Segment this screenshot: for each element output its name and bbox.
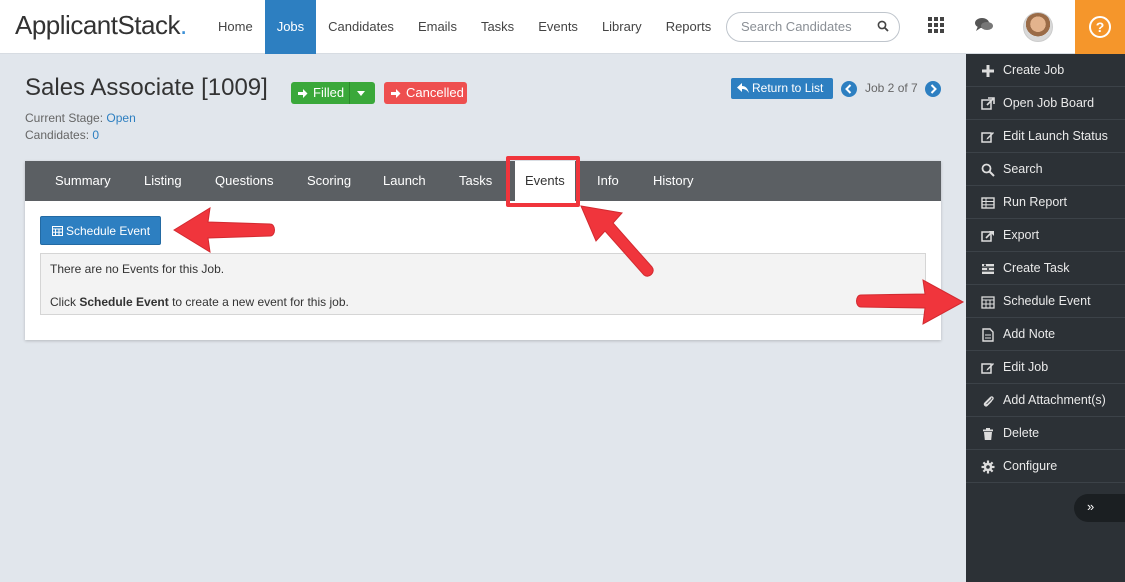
- main-nav: Home Jobs Candidates Emails Tasks Events…: [206, 0, 723, 54]
- nav-emails[interactable]: Emails: [406, 0, 469, 54]
- sidebar-item-schedule-event[interactable]: Schedule Event: [966, 285, 1125, 318]
- nav-tasks[interactable]: Tasks: [469, 0, 526, 54]
- table-icon: [981, 197, 995, 209]
- schedule-event-button[interactable]: Schedule Event: [40, 216, 161, 245]
- pager-position: Job 2 of 7: [865, 81, 918, 95]
- edit-icon: [981, 363, 994, 374]
- sidebar-item-create-task[interactable]: Create Task: [966, 252, 1125, 285]
- tab-events[interactable]: Events: [515, 161, 575, 201]
- candidates-link[interactable]: 0: [92, 128, 99, 142]
- chat-icon[interactable]: [975, 17, 993, 36]
- sidebar-item-export[interactable]: Export: [966, 219, 1125, 252]
- apps-grid-icon[interactable]: [928, 17, 944, 36]
- trash-icon: [983, 428, 993, 440]
- search-icon[interactable]: [877, 20, 889, 35]
- gear-icon: [981, 460, 995, 474]
- status-cancelled-label: Cancelled: [406, 85, 464, 100]
- sidebar-collapse-button[interactable]: »: [1074, 494, 1125, 522]
- job-tabs: Summary Listing Questions Scoring Launch…: [25, 161, 941, 201]
- tab-summary[interactable]: Summary: [55, 161, 111, 201]
- sidebar-item-edit-job[interactable]: Edit Job: [966, 351, 1125, 384]
- schedule-event-emphasis: Schedule Event: [79, 295, 169, 309]
- sidebar-item-open-job-board[interactable]: Open Job Board: [966, 87, 1125, 120]
- no-events-message: There are no Events for this Job. Click …: [40, 253, 926, 315]
- question-icon: ?: [1089, 16, 1111, 38]
- search-icon: [981, 163, 995, 177]
- tab-questions[interactable]: Questions: [215, 161, 274, 201]
- tab-info[interactable]: Info: [597, 161, 619, 201]
- nav-candidates[interactable]: Candidates: [316, 0, 406, 54]
- sidebar-item-delete[interactable]: Delete: [966, 417, 1125, 450]
- next-job-button[interactable]: [925, 81, 941, 97]
- tasks-icon: [982, 264, 994, 274]
- calendar-icon: [981, 296, 995, 309]
- tab-tasks[interactable]: Tasks: [459, 161, 492, 201]
- search-box: [726, 12, 900, 42]
- external-link-icon: [981, 97, 995, 110]
- nav-reports[interactable]: Reports: [654, 0, 724, 54]
- nav-events[interactable]: Events: [526, 0, 590, 54]
- page-title: Sales Associate [1009]: [25, 74, 268, 101]
- help-button[interactable]: ?: [1075, 0, 1125, 54]
- calendar-icon: [52, 226, 63, 236]
- paperclip-icon: [983, 396, 994, 407]
- sidebar-item-add-note[interactable]: Add Note: [966, 318, 1125, 351]
- stage-link[interactable]: Open: [106, 111, 135, 125]
- prev-job-button[interactable]: [841, 81, 857, 97]
- sidebar-item-create-job[interactable]: Create Job: [966, 54, 1125, 87]
- sidebar-item-run-report[interactable]: Run Report: [966, 186, 1125, 219]
- app-logo[interactable]: ApplicantStack.: [15, 10, 187, 41]
- sidebar-item-search[interactable]: Search: [966, 153, 1125, 186]
- sidebar-item-edit-launch-status[interactable]: Edit Launch Status: [966, 120, 1125, 153]
- plus-icon: [982, 65, 994, 77]
- search-input[interactable]: [741, 19, 871, 34]
- tab-launch[interactable]: Launch: [383, 161, 426, 201]
- nav-home[interactable]: Home: [206, 0, 265, 54]
- tab-listing[interactable]: Listing: [144, 161, 182, 201]
- nav-library[interactable]: Library: [590, 0, 654, 54]
- export-icon: [981, 231, 994, 242]
- chevron-left-icon: [845, 84, 852, 94]
- sidebar-item-add-attachments[interactable]: Add Attachment(s): [966, 384, 1125, 417]
- sidebar-item-configure[interactable]: Configure: [966, 450, 1125, 483]
- arrow-right-icon: [298, 89, 308, 98]
- return-to-list-button[interactable]: Return to List: [731, 78, 833, 99]
- note-icon: [982, 328, 994, 342]
- current-stage: Current Stage: Open: [25, 111, 136, 125]
- edit-icon: [981, 132, 994, 143]
- top-navbar: ApplicantStack. Home Jobs Candidates Ema…: [0, 0, 1125, 54]
- status-filled-label: Filled: [313, 85, 345, 100]
- reply-icon: [737, 83, 749, 93]
- chevron-right-icon: [930, 84, 937, 94]
- user-avatar[interactable]: [1023, 12, 1053, 42]
- candidates-count: Candidates: 0: [25, 128, 100, 142]
- tab-scoring[interactable]: Scoring: [307, 161, 351, 201]
- arrow-right-icon: [391, 89, 401, 98]
- nav-jobs[interactable]: Jobs: [264, 0, 317, 54]
- status-filled-button[interactable]: Filled: [291, 82, 375, 104]
- status-cancelled-button[interactable]: Cancelled: [384, 82, 467, 104]
- double-chevron-right-icon: »: [1087, 499, 1095, 514]
- chevron-down-icon[interactable]: [357, 91, 365, 96]
- tab-history[interactable]: History: [653, 161, 693, 201]
